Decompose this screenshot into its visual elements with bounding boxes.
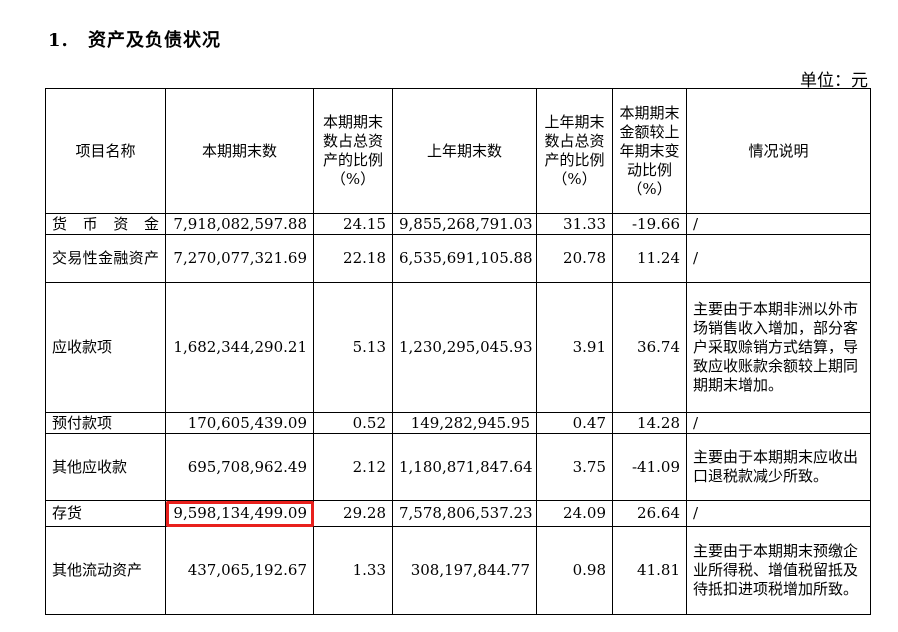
current-value: 437,065,192.67 — [165, 526, 314, 615]
table-row: 预付款项 170,605,439.09 0.52 149,282,945.95 … — [45, 412, 871, 434]
current-value: 7,918,082,597.88 — [165, 213, 314, 235]
table-row: 其他流动资产 437,065,192.67 1.33 308,197,844.7… — [45, 526, 871, 615]
note: / — [686, 500, 871, 527]
note: / — [686, 213, 871, 235]
item-name: 其他流动资产 — [45, 526, 166, 615]
table-row: 存货 9,598,134,499.09 29.28 7,578,806,537.… — [45, 500, 871, 527]
item-name: 其他应收款 — [45, 433, 166, 501]
prior-value: 1,180,871,847.64 — [392, 433, 537, 501]
prior-pct: 3.75 — [536, 433, 613, 501]
change-pct: 11.24 — [612, 234, 687, 283]
prior-value: 6,535,691,105.88 — [392, 234, 537, 283]
current-value: 695,708,962.49 — [165, 433, 314, 501]
prior-value: 9,855,268,791.03 — [392, 213, 537, 235]
item-name: 预付款项 — [45, 412, 166, 434]
prior-pct: 3.91 — [536, 282, 613, 413]
section-number: 1. — [48, 30, 69, 51]
item-name: 货币资金 — [45, 213, 166, 235]
item-name: 存货 — [45, 500, 166, 527]
table-row: 货币资金 7,918,082,597.88 24.15 9,855,268,79… — [45, 213, 871, 235]
note: / — [686, 412, 871, 434]
section-title: 资产及负债状况 — [88, 30, 221, 51]
change-pct: 26.64 — [612, 500, 687, 527]
current-value: 1,682,344,290.21 — [165, 282, 314, 413]
table-header-row: 项目名称 本期期末数 本期期末数占总资产的比例（%） 上年期末数 上年期末数占总… — [45, 88, 871, 214]
prior-pct: 0.98 — [536, 526, 613, 615]
current-pct: 2.12 — [313, 433, 393, 501]
current-pct: 0.52 — [313, 412, 393, 434]
change-pct: -19.66 — [612, 213, 687, 235]
current-value: 7,270,077,321.69 — [165, 234, 314, 283]
highlighted-current-value: 9,598,134,499.09 — [165, 500, 314, 527]
header-cell: 上年期末数 — [392, 88, 537, 214]
current-pct: 24.15 — [313, 213, 393, 235]
header-cell: 情况说明 — [686, 88, 871, 214]
header-cell: 本期期末数占总资产的比例（%） — [313, 88, 393, 214]
change-pct: -41.09 — [612, 433, 687, 501]
current-pct: 1.33 — [313, 526, 393, 615]
table-row: 其他应收款 695,708,962.49 2.12 1,180,871,847.… — [45, 433, 871, 501]
change-pct: 41.81 — [612, 526, 687, 615]
item-name: 应收款项 — [45, 282, 166, 413]
table-row: 应收款项 1,682,344,290.21 5.13 1,230,295,045… — [45, 282, 871, 413]
note: 主要由于本期非洲以外市场销售收入增加，部分客户采取赊销方式结算，导致应收账款余额… — [686, 282, 871, 413]
current-pct: 5.13 — [313, 282, 393, 413]
note: / — [686, 234, 871, 283]
table-row: 交易性金融资产 7,270,077,321.69 22.18 6,535,691… — [45, 234, 871, 283]
header-cell: 项目名称 — [45, 88, 166, 214]
prior-pct: 0.47 — [536, 412, 613, 434]
header-cell: 本期期末金额较上年期末变动比例（%） — [612, 88, 687, 214]
prior-value: 149,282,945.95 — [392, 412, 537, 434]
prior-value: 7,578,806,537.23 — [392, 500, 537, 527]
current-pct: 22.18 — [313, 234, 393, 283]
prior-pct: 20.78 — [536, 234, 613, 283]
current-pct: 29.28 — [313, 500, 393, 527]
note: 主要由于本期期末应收出口退税款减少所致。 — [686, 433, 871, 501]
header-cell: 本期期末数 — [165, 88, 314, 214]
prior-pct: 24.09 — [536, 500, 613, 527]
header-cell: 上年期末数占总资产的比例（%） — [536, 88, 613, 214]
note: 主要由于本期期末预缴企业所得税、增值税留抵及待抵扣进项税增加所致。 — [686, 526, 871, 615]
prior-value: 308,197,844.77 — [392, 526, 537, 615]
change-pct: 14.28 — [612, 412, 687, 434]
asset-liability-table: 项目名称 本期期末数 本期期末数占总资产的比例（%） 上年期末数 上年期末数占总… — [45, 88, 871, 615]
change-pct: 36.74 — [612, 282, 687, 413]
prior-value: 1,230,295,045.93 — [392, 282, 537, 413]
current-value: 170,605,439.09 — [165, 412, 314, 434]
item-name: 交易性金融资产 — [45, 234, 166, 283]
prior-pct: 31.33 — [536, 213, 613, 235]
section-heading: 1. 资产及负债状况 — [48, 26, 221, 52]
